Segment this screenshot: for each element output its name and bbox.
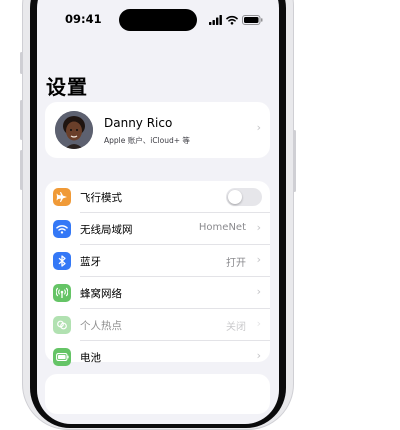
profile-card[interactable]: Danny Rico Apple 账户、iCloud+ 等 › — [45, 102, 270, 158]
airplane-mode-label: 飞行模式 — [80, 192, 122, 204]
memoji-avatar-icon — [55, 111, 93, 149]
settings-list: 飞行模式 无线局域网 HomeNet › 蓝牙 打开 › 蜂窝网络 › 个人热点… — [45, 181, 270, 366]
avatar — [55, 111, 93, 149]
status-icons — [209, 14, 263, 26]
battery-status-icon — [242, 15, 263, 25]
wifi-status-icon — [226, 15, 238, 25]
battery-icon — [53, 348, 71, 366]
settings-row-bluetooth[interactable]: 蓝牙 打开 › — [45, 245, 270, 277]
wifi-value: HomeNet — [198, 222, 246, 233]
settings-row-cellular[interactable]: 蜂窝网络 › — [45, 277, 270, 309]
page-title: 设置 — [46, 75, 88, 99]
settings-row-wifi[interactable]: 无线局域网 HomeNet › — [45, 213, 270, 245]
profile-subtitle: Apple 账户、iCloud+ 等 — [104, 136, 190, 145]
chevron-right-icon: › — [256, 253, 261, 266]
hotspot-label: 个人热点 — [80, 320, 122, 332]
settings-row-hotspot[interactable]: 个人热点 关闭 › — [45, 309, 270, 341]
bluetooth-icon — [53, 252, 71, 270]
dynamic-island — [119, 9, 197, 31]
cellular-label: 蜂窝网络 — [80, 288, 122, 300]
next-settings-card — [45, 374, 270, 414]
toggle-knob — [228, 190, 242, 204]
chevron-right-icon: › — [256, 285, 261, 298]
bluetooth-value: 打开 — [226, 258, 246, 269]
signal-icon — [209, 15, 222, 25]
battery-label: 电池 — [80, 352, 101, 364]
bluetooth-label: 蓝牙 — [80, 256, 101, 268]
action-button — [20, 52, 23, 74]
profile-name: Danny Rico — [104, 116, 173, 130]
side-button — [293, 130, 296, 192]
chevron-right-icon: › — [256, 317, 261, 330]
hotspot-icon — [53, 316, 71, 334]
cellular-icon — [53, 284, 71, 302]
settings-row-airplane[interactable]: 飞行模式 — [45, 181, 270, 213]
volume-down-button — [20, 150, 23, 190]
volume-up-button — [20, 100, 23, 140]
screen: 09:41 设置 Danny Rico Apple 账户、iCloud+ 等 ›… — [37, 0, 279, 424]
wifi-icon — [53, 220, 71, 238]
settings-row-battery[interactable]: 电池 › — [45, 341, 270, 373]
chevron-right-icon: › — [256, 221, 261, 234]
status-time: 09:41 — [65, 12, 102, 26]
hotspot-value: 关闭 — [226, 322, 246, 333]
airplane-icon — [53, 188, 71, 206]
chevron-right-icon: › — [256, 349, 261, 362]
chevron-right-icon: › — [256, 121, 261, 134]
airplane-mode-toggle[interactable] — [226, 188, 262, 206]
wifi-label: 无线局域网 — [80, 224, 133, 236]
